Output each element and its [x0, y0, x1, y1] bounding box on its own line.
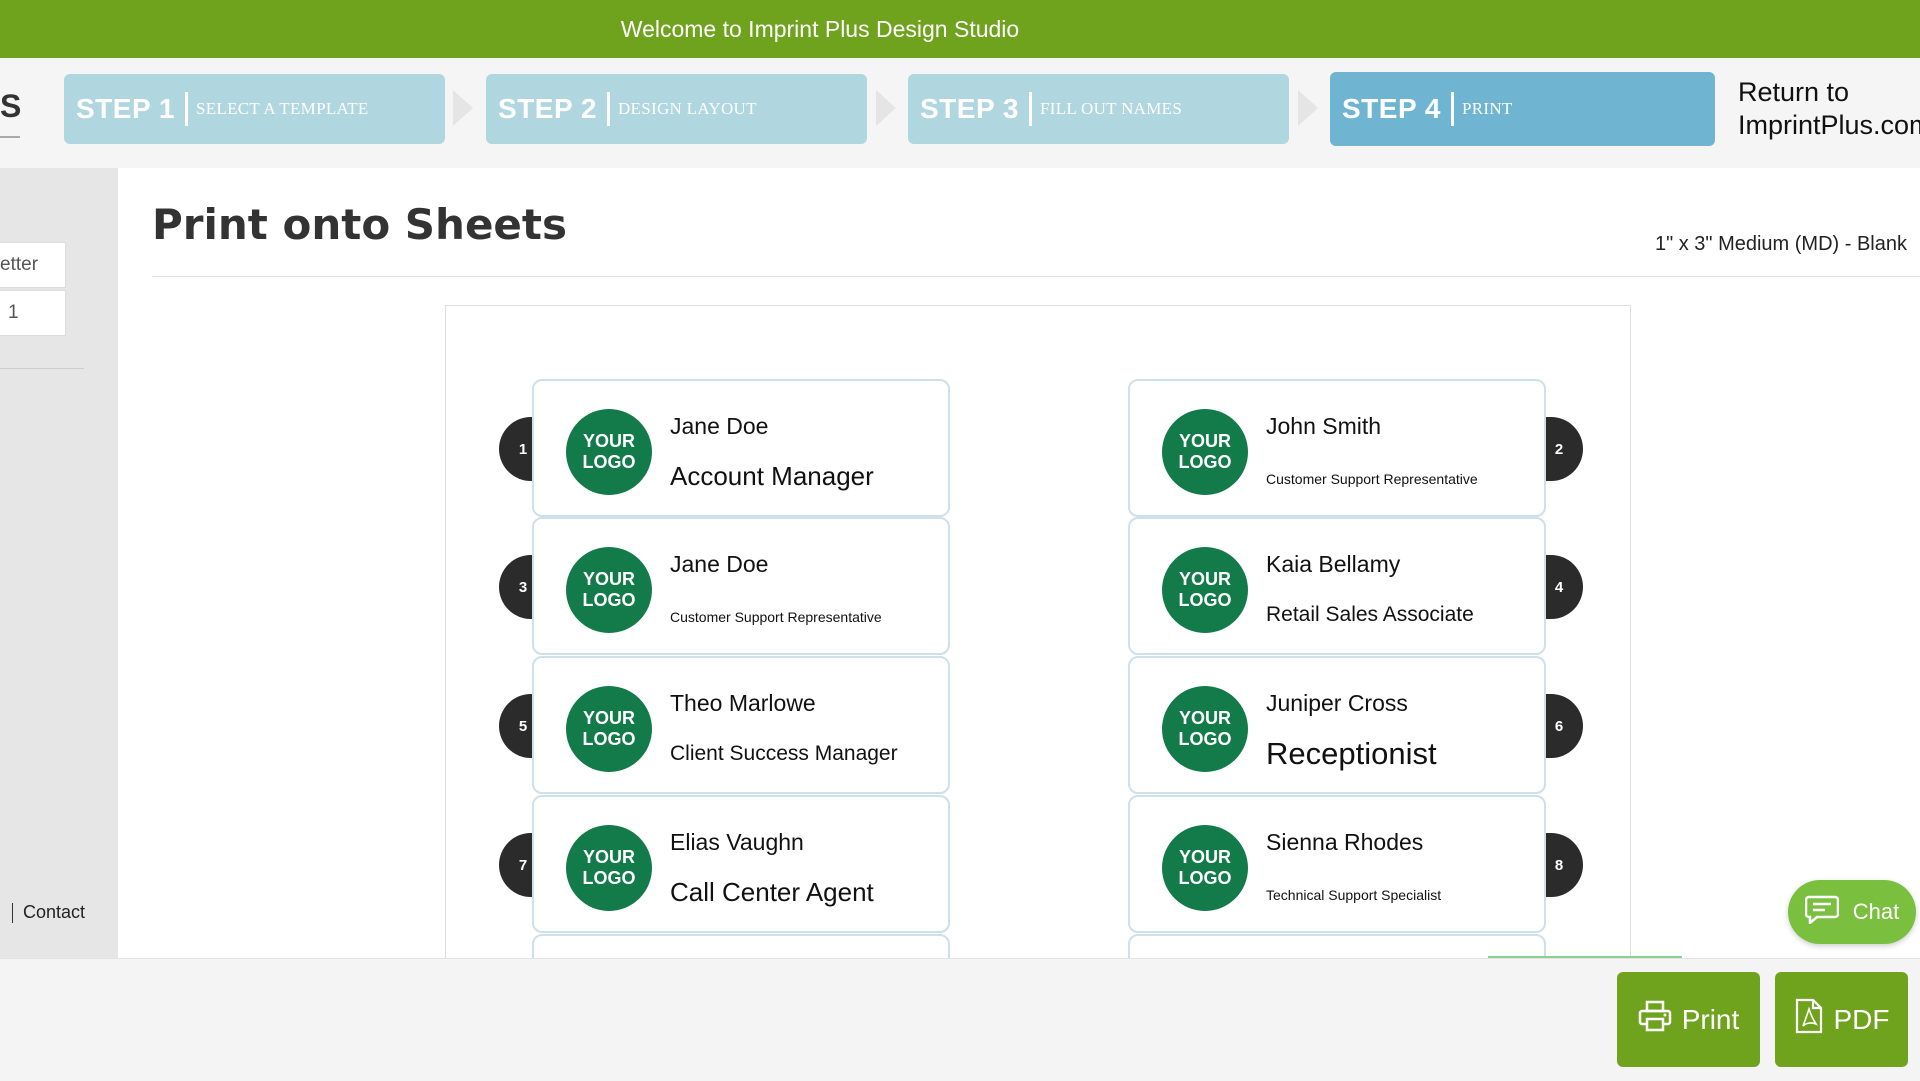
template-name: 1" x 3" Medium (MD) - Blank [1654, 233, 1907, 255]
step-divider [1450, 92, 1454, 126]
name-badge-label[interactable]: YOUR LOGO John Smith Customer Support Rep… [1128, 379, 1546, 517]
name-badge-label[interactable]: YOUR LOGO Kaia Bellamy Retail Sales Assoc… [1128, 517, 1546, 655]
badge-role: Receptionist [1266, 736, 1437, 771]
step-2-tab[interactable]: STEP 2 DESIGN LAYOUT [486, 74, 867, 144]
badge-role: Customer Support Representative [670, 609, 882, 625]
pdf-label: PDF [1833, 1003, 1890, 1035]
chevron-right-icon [453, 90, 473, 126]
copies-input[interactable]: 1 [0, 290, 66, 336]
title-divider [152, 276, 1920, 277]
badge-role: Technical Support Specialist [1266, 887, 1442, 903]
badge-name: Jane Doe [670, 551, 769, 577]
badge-name: Theo Marlowe [670, 690, 816, 716]
chevron-right-icon [876, 90, 896, 126]
logo-placeholder: YOUR LOGO [1162, 409, 1248, 495]
step-1-tab[interactable]: STEP 1 SELECT A TEMPLATE [64, 74, 445, 144]
pdf-button[interactable]: PDF [1775, 972, 1908, 1067]
print-button[interactable]: Print [1617, 972, 1760, 1067]
contact-link[interactable]: Contact [23, 902, 85, 922]
name-badge-label[interactable]: YOUR LOGO Jane Doe Account Manager [532, 379, 950, 517]
chat-button[interactable]: Chat [1788, 880, 1916, 944]
step-divider [606, 92, 610, 126]
logo-placeholder: YOUR LOGO [1162, 825, 1248, 911]
logo-placeholder: YOUR LOGO [566, 547, 652, 633]
step-divider [1028, 92, 1032, 126]
name-badge-label[interactable]: YOUR LOGO Sienna Rhodes Technical Support… [1128, 795, 1546, 933]
sidebar-heading-fragment: S [0, 88, 22, 124]
step-label: FILL OUT NAMES [1039, 99, 1183, 118]
heading-underline [0, 136, 20, 138]
logo-placeholder: YOUR LOGO [566, 825, 652, 911]
badge-name: John Smith [1266, 413, 1382, 439]
chat-bubble-icon [1804, 894, 1839, 930]
logo-placeholder: YOUR LOGO [1162, 686, 1248, 772]
print-label: Print [1681, 1003, 1740, 1035]
name-badge-label[interactable]: YOUR LOGO Jane Doe Customer Support Repre… [532, 517, 950, 655]
banner-title: Welcome to Imprint Plus Design Studio [620, 16, 1020, 42]
paper-size-select[interactable]: etter [0, 242, 66, 288]
logo-placeholder: YOUR LOGO [1162, 547, 1248, 633]
page-title: Print onto Sheets [152, 200, 567, 249]
step-3-tab[interactable]: STEP 3 FILL OUT NAMES [908, 74, 1289, 144]
badge-role: Customer Support Representative [1266, 471, 1478, 487]
name-badge-label[interactable]: YOUR LOGO Theo Marlowe Client Success Man… [532, 656, 950, 794]
badge-name: Juniper Cross [1266, 690, 1408, 716]
step-number: STEP 1 [76, 93, 175, 124]
top-banner: Welcome to Imprint Plus Design Studio [0, 0, 1920, 58]
badge-role: Account Manager [670, 461, 874, 491]
badge-role: Call Center Agent [670, 877, 874, 907]
logo-placeholder: YOUR LOGO [566, 409, 652, 495]
return-to-site-link[interactable]: Return to ImprintPlus.com [1738, 76, 1920, 142]
step-number: STEP 2 [498, 93, 597, 124]
name-badge-label[interactable]: YOUR LOGO Elias Vaughn Call Center Agent [532, 795, 950, 933]
footer-links: Contact [0, 902, 85, 924]
badge-name: Kaia Bellamy [1266, 551, 1401, 577]
step-4-tab[interactable]: STEP 4 PRINT [1330, 72, 1715, 146]
badge-name: Sienna Rhodes [1266, 829, 1424, 855]
logo-placeholder: YOUR LOGO [566, 686, 652, 772]
step-label: DESIGN LAYOUT [617, 99, 757, 118]
step-label: SELECT A TEMPLATE [195, 99, 369, 118]
chat-label: Chat [1852, 899, 1900, 924]
pdf-file-icon [1794, 998, 1824, 1041]
sidebar-divider [0, 368, 84, 369]
step-number: STEP 3 [920, 93, 1019, 124]
step-label: PRINT [1461, 99, 1513, 118]
badge-role: Client Success Manager [670, 742, 898, 765]
link-separator [12, 903, 13, 924]
printer-icon [1638, 1000, 1672, 1039]
name-badge-label[interactable]: YOUR LOGO Juniper Cross Receptionist [1128, 656, 1546, 794]
badge-role: Retail Sales Associate [1266, 603, 1474, 626]
badge-name: Jane Doe [670, 413, 769, 439]
step-divider [184, 92, 188, 126]
chevron-right-icon [1298, 90, 1318, 126]
step-number: STEP 4 [1342, 93, 1441, 124]
badge-name: Elias Vaughn [670, 829, 804, 855]
